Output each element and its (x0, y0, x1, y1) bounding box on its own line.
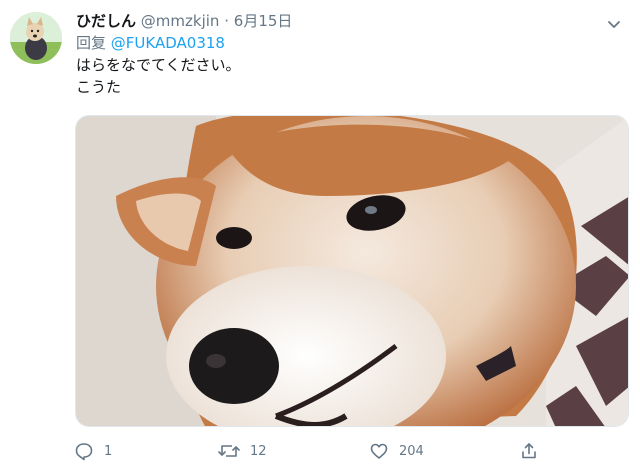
heart-icon (369, 441, 389, 461)
reply-icon (74, 441, 94, 461)
reply-count: 1 (104, 443, 113, 459)
tweet-body: ひだしん @mmzkjin · 6月15日 回复 @FUKADA0318 はらを… (76, 10, 628, 98)
reply-button[interactable]: 1 (74, 438, 112, 464)
reply-prefix: 回复 (76, 34, 107, 52)
shiba-dog-photo (76, 116, 628, 426)
tweet: ひだしん @mmzkjin · 6月15日 回复 @FUKADA0318 はらを… (0, 0, 640, 469)
tweet-actions: 1 12 204 (74, 438, 630, 464)
reply-context: 回复 @FUKADA0318 (76, 32, 628, 54)
tweet-date[interactable]: 6月15日 (234, 12, 293, 30)
tweet-text-line-1: はらをなでてください。 (76, 56, 241, 74)
chevron-down-icon[interactable] (604, 14, 624, 34)
handle[interactable]: @mmzkjin (141, 12, 220, 30)
tweet-photo[interactable] (75, 115, 629, 427)
tweet-text-line-2: こうた (76, 78, 122, 96)
avatar-dog-image (10, 12, 62, 64)
like-count: 204 (399, 443, 424, 459)
share-icon (519, 441, 539, 461)
share-button[interactable] (519, 438, 539, 464)
tweet-header: ひだしん @mmzkjin · 6月15日 (76, 10, 628, 32)
like-button[interactable]: 204 (369, 438, 424, 464)
retweet-count: 12 (250, 443, 267, 459)
retweet-icon (218, 441, 240, 461)
display-name[interactable]: ひだしん (76, 12, 136, 30)
retweet-button[interactable]: 12 (218, 438, 267, 464)
separator-dot: · (224, 12, 229, 30)
reply-mention-link[interactable]: @FUKADA0318 (111, 34, 225, 52)
avatar[interactable] (10, 12, 62, 64)
